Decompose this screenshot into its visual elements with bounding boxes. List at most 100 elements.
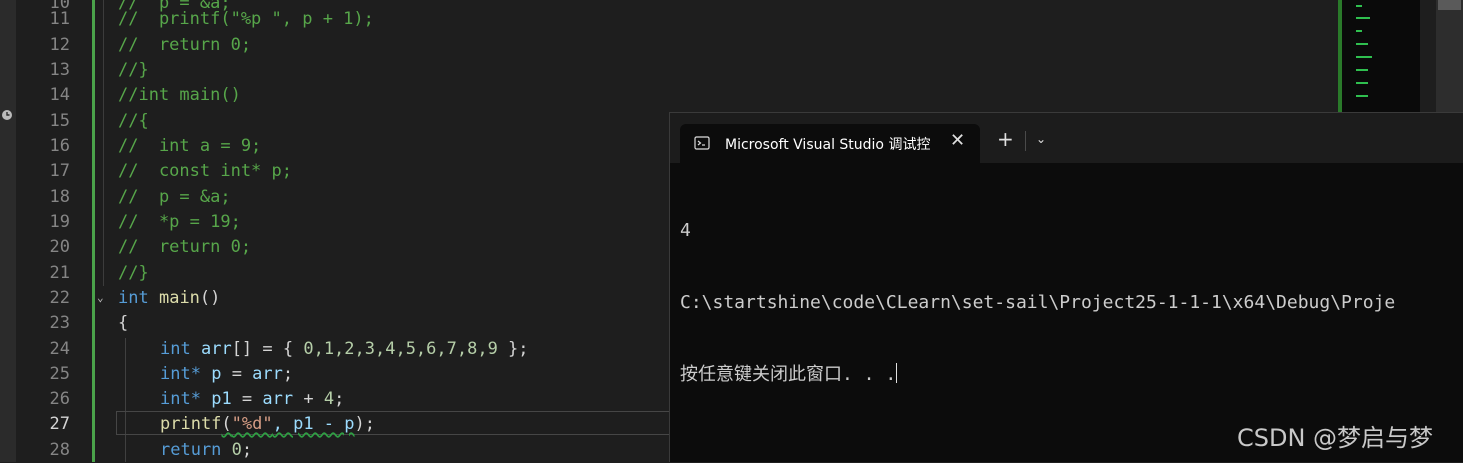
arguments: , p1 - p [272, 414, 355, 434]
minimap-line [1356, 95, 1368, 97]
prompt-text: 按任意键关闭此窗口. . . [680, 364, 897, 385]
punctuation: = [231, 389, 263, 409]
code-line: // p = &a; [118, 187, 231, 207]
clock-icon[interactable] [1, 109, 13, 121]
number: 4 [323, 389, 335, 409]
code-line: // int a = 9; [118, 136, 262, 156]
code-minimap[interactable] [1334, 0, 1424, 112]
minimap-viewport[interactable] [1338, 0, 1420, 112]
keyword: int [118, 288, 149, 308]
keyword: int* [160, 389, 201, 409]
code-editor[interactable]: // p = &a; // printf("%p ", p + 1); // r… [118, 0, 678, 462]
debug-console-window[interactable]: Microsoft Visual Studio 调试控 ✕ + ⌄ 4 C:\s… [669, 112, 1463, 462]
code-line: // *p = 19; [118, 212, 241, 232]
fold-guide [103, 0, 104, 286]
text-caret [896, 363, 898, 383]
punctuation: + [293, 389, 324, 409]
terminal-tab[interactable]: Microsoft Visual Studio 调试控 ✕ [680, 124, 980, 163]
line-number: 13 [49, 60, 70, 80]
punctuation: ); [354, 414, 375, 434]
chevron-down-icon[interactable]: ⌄ [97, 291, 104, 304]
code-line-return: return 0; [160, 438, 252, 462]
new-tab-button[interactable]: + [997, 129, 1014, 149]
variable: p1 [211, 389, 232, 409]
line-number: 12 [49, 35, 70, 55]
code-line-main: int main() [118, 286, 220, 311]
code-line-p: int* p = arr; [160, 362, 293, 387]
output-line-prompt: 按任意键关闭此窗口. . . [680, 363, 1460, 387]
terminal-tab-bar: Microsoft Visual Studio 调试控 ✕ + ⌄ [670, 113, 1463, 163]
watermark: CSDN @梦启与梦 [1237, 424, 1434, 452]
code-line-arr: int arr[] = { 0,1,2,3,4,5,6,7,8,9 }; [160, 337, 529, 362]
left-tool-strip [0, 0, 16, 462]
line-number: 24 [49, 339, 70, 359]
line-number: 20 [49, 237, 70, 257]
line-number: 26 [49, 389, 70, 409]
close-icon[interactable]: ✕ [950, 130, 965, 151]
keyword: int* [160, 364, 201, 384]
line-number: 28 [49, 440, 70, 460]
function-name: main [158, 288, 200, 308]
code-line: // return 0; [118, 237, 252, 257]
line-number: 21 [49, 263, 70, 283]
line-number: 22 [49, 288, 70, 308]
minimap-line [1356, 17, 1370, 19]
scrollbar-thumb[interactable] [1438, 0, 1461, 10]
code-line: // printf("%p ", p + 1); [118, 9, 374, 29]
line-number-gutter: 10 11 12 13 14 15 16 17 18 19 20 21 22 2… [16, 0, 76, 462]
code-line: //} [118, 263, 149, 283]
minimap-line [1356, 43, 1368, 45]
variable: arr [200, 339, 232, 359]
line-number: 25 [49, 364, 70, 384]
code-line-brace: { [118, 313, 129, 333]
keyword: return [160, 440, 222, 460]
minimap-line [1356, 5, 1362, 7]
code-line: //{ [118, 111, 149, 131]
code-line-p1: int* p1 = arr + 4; [160, 387, 344, 412]
line-number: 11 [49, 9, 70, 29]
variable: p [211, 364, 222, 384]
line-number: 17 [49, 161, 70, 181]
number: 0 [231, 440, 242, 460]
code-line: // return 0; [118, 35, 252, 55]
line-number: 18 [49, 187, 70, 207]
line-number-active: 27 [49, 414, 70, 434]
vertical-scrollbar[interactable] [1436, 0, 1463, 112]
warning-squiggle[interactable]: ("%d", p1 - p [221, 414, 354, 434]
line-number: 16 [49, 136, 70, 156]
punctuation: ; [282, 364, 294, 384]
line-number: 23 [49, 313, 70, 333]
function-name: printf [160, 414, 222, 434]
punctuation: = [221, 364, 253, 384]
minimap-line [1356, 30, 1362, 32]
punctuation: ; [334, 389, 345, 409]
variable: arr [262, 389, 294, 409]
punctuation: () [199, 288, 221, 308]
variable: arr [252, 364, 283, 384]
terminal-icon [694, 136, 710, 150]
minimap-line [1356, 56, 1372, 58]
output-line: C:\startshine\code\CLearn\set-sail\Proje… [680, 292, 1396, 313]
change-marker-bar [92, 0, 95, 462]
number-list: 0,1,2,3,4,5,6,7,8,9 [303, 339, 498, 359]
string-literal: "%d" [231, 414, 273, 434]
minimap-line [1356, 69, 1368, 71]
code-line: // const int* p; [118, 161, 292, 181]
terminal-output[interactable]: 4 C:\startshine\code\CLearn\set-sail\Pro… [680, 171, 1460, 435]
punctuation: [] = { [231, 339, 304, 359]
line-number: 19 [49, 212, 70, 232]
keyword: int [160, 339, 191, 359]
terminal-tab-title: Microsoft Visual Studio 调试控 [725, 137, 931, 153]
line-number: 14 [49, 85, 70, 105]
minimap-line [1356, 82, 1368, 84]
punctuation: }; [497, 339, 529, 359]
tab-divider [1025, 131, 1026, 151]
code-line: //} [118, 60, 149, 80]
chevron-down-icon[interactable]: ⌄ [1036, 132, 1046, 146]
output-line: 4 [680, 220, 691, 241]
code-line-printf: printf("%d", p1 - p); [160, 412, 375, 437]
code-line: //int main() [118, 85, 241, 105]
punctuation: ( [221, 414, 232, 434]
punctuation: ; [241, 440, 253, 460]
line-number: 15 [49, 111, 70, 131]
